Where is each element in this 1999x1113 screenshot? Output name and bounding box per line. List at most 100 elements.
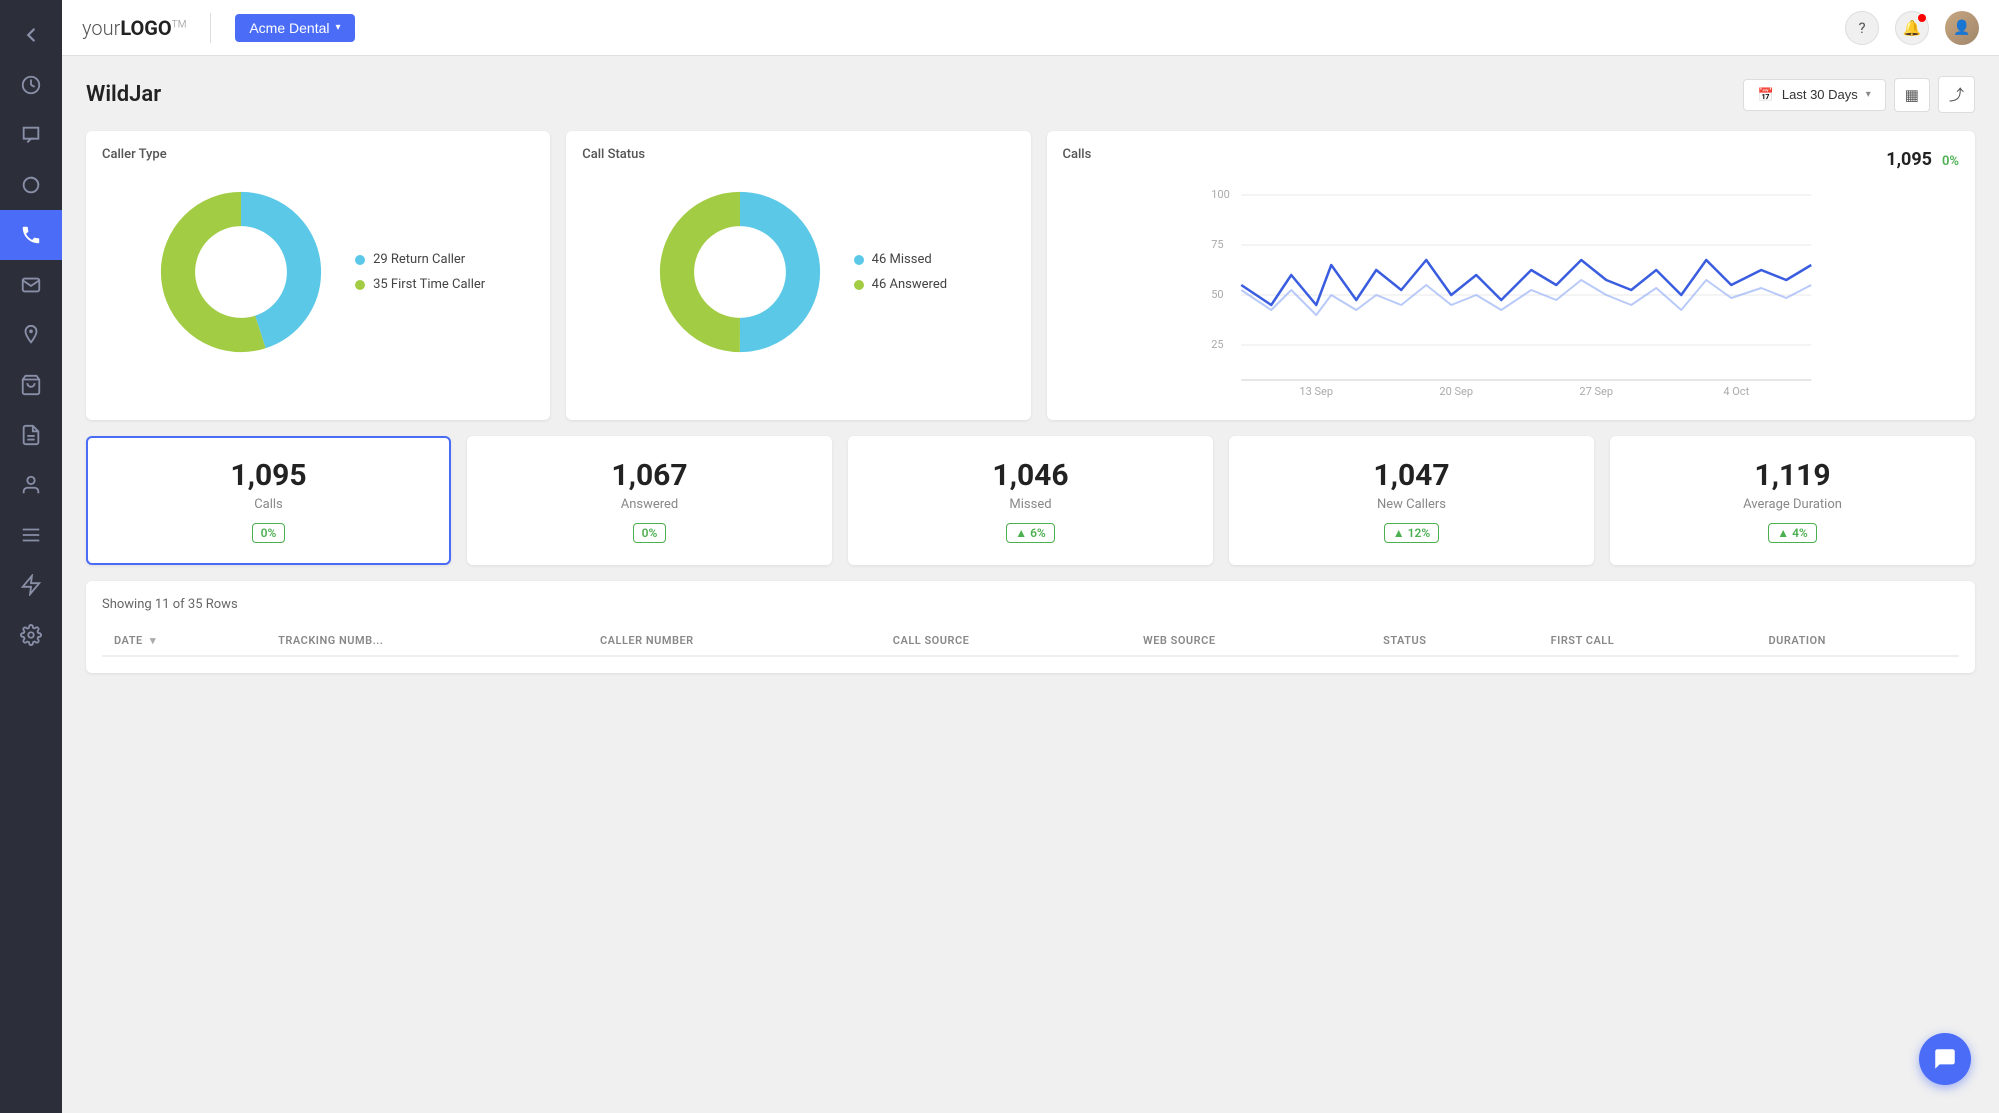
calls-chart-change: 0%: [1942, 154, 1959, 169]
date-range-button[interactable]: 📅 Last 30 Days: [1743, 79, 1886, 111]
sidebar-item-user[interactable]: [0, 460, 62, 510]
col-call-source: CALL SOURCE: [881, 626, 1131, 656]
stat-value-calls: 1,095: [104, 458, 433, 493]
svg-text:25: 25: [1211, 338, 1223, 351]
col-web-source: WEB SOURCE: [1131, 626, 1371, 656]
avatar[interactable]: 👤: [1945, 11, 1979, 45]
legend-return-caller: 29 Return Caller: [355, 252, 485, 267]
sidebar-item-plugin[interactable]: [0, 560, 62, 610]
table-info: Showing 11 of 35 Rows: [102, 597, 1959, 612]
chart-view-button[interactable]: ▦: [1894, 78, 1930, 112]
legend-missed: 46 Missed: [854, 252, 947, 267]
calls-chart-header: Calls 1,095 0%: [1063, 147, 1960, 172]
return-caller-label: 29 Return Caller: [373, 252, 465, 267]
calls-line-card: Calls 1,095 0% 100 75 50 25: [1047, 131, 1976, 420]
stat-value-new-callers: 1,047: [1247, 458, 1576, 493]
col-tracking-number: TRACKING NUMB...: [266, 626, 588, 656]
question-icon: ?: [1858, 19, 1865, 37]
answered-dot: [854, 280, 864, 290]
logo-tm: TM: [172, 19, 187, 30]
sidebar-item-list[interactable]: [0, 510, 62, 560]
sidebar-item-chat[interactable]: [0, 110, 62, 160]
chart-icon: ▦: [1905, 86, 1919, 104]
topnav-right: ? 🔔 👤: [1845, 11, 1979, 45]
stat-label-new-callers: New Callers: [1247, 497, 1576, 512]
calls-chart-value: 1,095: [1886, 149, 1932, 170]
sidebar-item-report[interactable]: [0, 410, 62, 460]
col-status: STATUS: [1371, 626, 1538, 656]
stat-value-avg-duration: 1,119: [1628, 458, 1957, 493]
missed-label: 46 Missed: [872, 252, 932, 267]
svg-text:4 Oct: 4 Oct: [1723, 385, 1749, 398]
share-button[interactable]: ⤴: [1938, 76, 1975, 113]
date-range-label: Last 30 Days: [1782, 87, 1858, 102]
stat-card-avg-duration[interactable]: 1,119 Average Duration ▲ 4%: [1610, 436, 1975, 565]
table-header: DATE ▾ TRACKING NUMB... CALLER NUMBER CA…: [102, 626, 1959, 656]
sidebar-item-location[interactable]: [0, 310, 62, 360]
stat-card-answered[interactable]: 1,067 Answered 0%: [467, 436, 832, 565]
sidebar-item-settings[interactable]: [0, 610, 62, 660]
stat-label-avg-duration: Average Duration: [1628, 497, 1957, 512]
sort-arrow-date: ▾: [150, 634, 156, 647]
calls-chart-summary: 1,095 0%: [1886, 149, 1959, 170]
first-time-caller-dot: [355, 280, 365, 290]
calendar-icon: 📅: [1758, 87, 1774, 103]
sidebar-item-phone[interactable]: [0, 210, 62, 260]
avatar-initials: 👤: [1953, 20, 1970, 36]
caller-type-legend: 29 Return Caller 35 First Time Caller: [355, 252, 485, 292]
sidebar-item-cart[interactable]: [0, 360, 62, 410]
stat-badge-answered: 0%: [633, 523, 667, 543]
caller-type-donut-svg: [151, 182, 331, 362]
stat-value-missed: 1,046: [866, 458, 1195, 493]
topnav: yourLOGOTM Acme Dental ? 🔔 👤: [62, 0, 1999, 56]
call-status-title: Call Status: [582, 147, 1014, 162]
call-status-donut-container: 46 Missed 46 Answered: [582, 172, 1014, 372]
stat-badge-missed: ▲ 6%: [1006, 523, 1055, 543]
stat-card-new-callers[interactable]: 1,047 New Callers ▲ 12%: [1229, 436, 1594, 565]
sidebar-item-analytics[interactable]: [0, 160, 62, 210]
svg-text:20 Sep: 20 Sep: [1439, 385, 1473, 398]
stat-label-calls: Calls: [104, 497, 433, 512]
svg-text:13 Sep: 13 Sep: [1299, 385, 1333, 398]
caller-type-donut-container: 29 Return Caller 35 First Time Caller: [102, 172, 534, 372]
stat-badge-avg-duration: ▲ 4%: [1768, 523, 1817, 543]
page-header: WildJar 📅 Last 30 Days ▦ ⤴: [86, 76, 1975, 113]
sidebar: [0, 0, 62, 1113]
logo-area: yourLOGOTM Acme Dental: [82, 13, 355, 43]
call-status-donut-svg: [650, 182, 830, 362]
col-date[interactable]: DATE ▾: [102, 626, 266, 656]
caller-type-card: Caller Type 29 Return Caller: [86, 131, 550, 420]
sidebar-item-back[interactable]: [0, 10, 62, 60]
stat-card-missed[interactable]: 1,046 Missed ▲ 6%: [848, 436, 1213, 565]
stat-badge-new-callers: ▲ 12%: [1384, 523, 1439, 543]
stat-badge-calls: 0%: [252, 523, 286, 543]
col-duration: DURATION: [1757, 626, 1959, 656]
first-time-caller-label: 35 First Time Caller: [373, 277, 485, 292]
svg-text:75: 75: [1211, 238, 1223, 251]
missed-dot: [854, 255, 864, 265]
legend-answered: 46 Answered: [854, 277, 947, 292]
call-status-legend: 46 Missed 46 Answered: [854, 252, 947, 292]
notifications-button[interactable]: 🔔: [1895, 11, 1929, 45]
help-button[interactable]: ?: [1845, 11, 1879, 45]
stats-row: 1,095 Calls 0% 1,067 Answered 0% 1,046 M…: [86, 436, 1975, 565]
page-title: WildJar: [86, 82, 161, 107]
bell-icon: 🔔: [1903, 19, 1922, 37]
stat-card-calls[interactable]: 1,095 Calls 0%: [86, 436, 451, 565]
svg-text:50: 50: [1211, 288, 1223, 301]
svg-text:100: 100: [1211, 188, 1230, 201]
answered-label: 46 Answered: [872, 277, 947, 292]
sidebar-item-dashboard[interactable]: [0, 60, 62, 110]
client-selector-button[interactable]: Acme Dental: [235, 14, 354, 42]
chat-fab-icon: [1932, 1046, 1958, 1072]
main-content: yourLOGOTM Acme Dental ? 🔔 👤 WildJar: [62, 0, 1999, 1113]
calls-line-chart-svg: 100 75 50 25 13 Sep 20 Sep 27 Sep 4 Oct: [1063, 180, 1960, 400]
stat-label-answered: Answered: [485, 497, 814, 512]
chat-fab-button[interactable]: [1919, 1033, 1971, 1085]
page-header-actions: 📅 Last 30 Days ▦ ⤴: [1743, 76, 1975, 113]
call-status-card: Call Status 46 Missed: [566, 131, 1030, 420]
notification-dot: [1918, 14, 1926, 22]
sidebar-item-mail[interactable]: [0, 260, 62, 310]
logo-divider: [210, 13, 211, 43]
table-section: Showing 11 of 35 Rows DATE ▾ TRACKING NU…: [86, 581, 1975, 673]
